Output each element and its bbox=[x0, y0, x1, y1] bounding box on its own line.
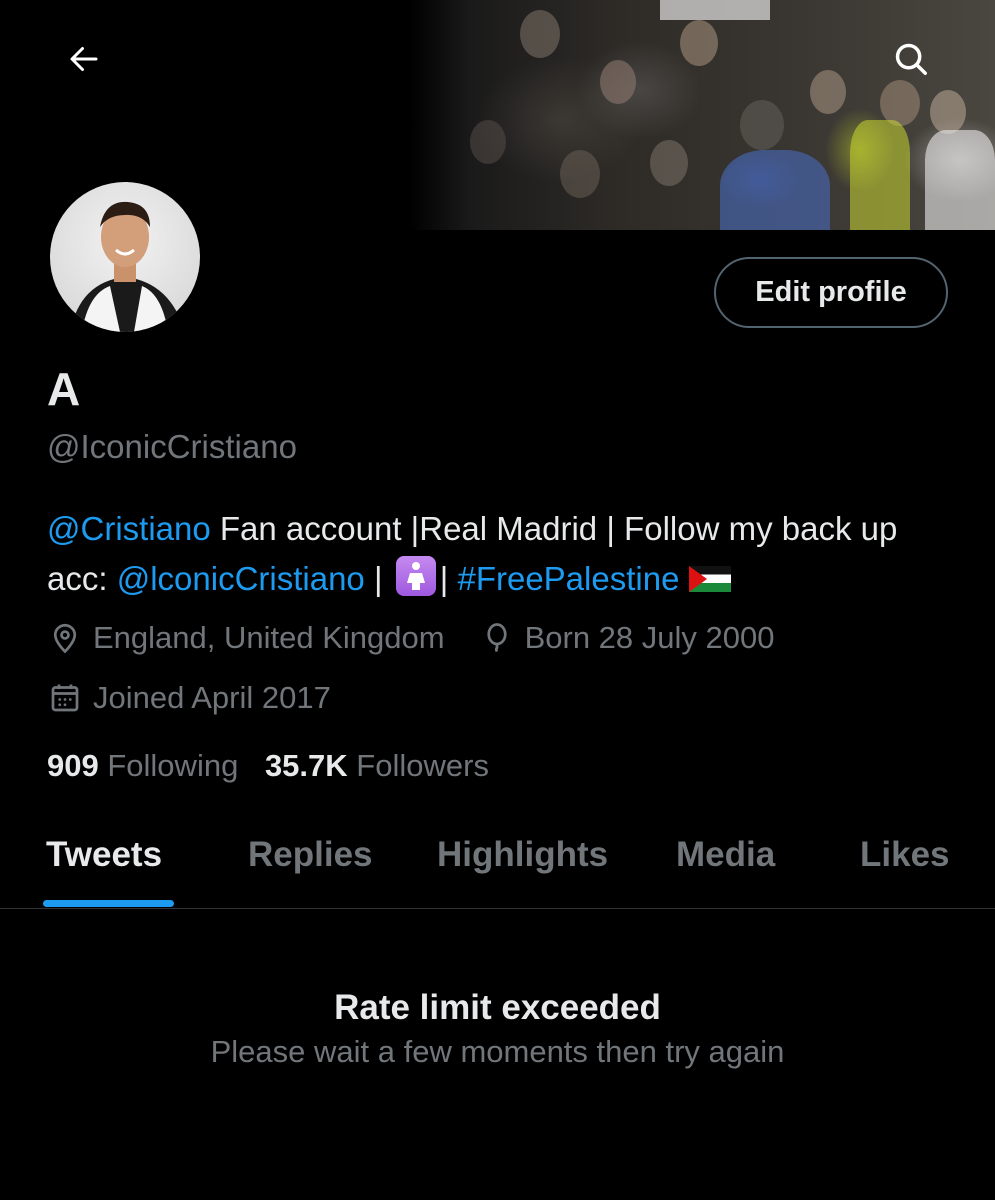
bio-mention-link[interactable]: @Cristiano bbox=[47, 510, 211, 547]
tab-likes[interactable]: Likes bbox=[860, 835, 950, 875]
error-title: Rate limit exceeded bbox=[334, 988, 661, 1027]
calendar-icon bbox=[51, 684, 79, 712]
bio-mention-link[interactable]: @lconicCristiano bbox=[117, 560, 365, 597]
following-link[interactable]: 909 Following bbox=[47, 748, 238, 783]
location-text: England, United Kingdom bbox=[93, 620, 445, 655]
avatar[interactable] bbox=[44, 176, 206, 338]
location-pin-icon bbox=[53, 623, 77, 654]
joined-text: Joined April 2017 bbox=[93, 680, 331, 715]
edit-profile-button[interactable]: Edit profile bbox=[714, 257, 948, 328]
tab-tweets[interactable]: Tweets bbox=[46, 835, 162, 875]
search-icon bbox=[895, 43, 927, 75]
tab-replies[interactable]: Replies bbox=[248, 835, 373, 875]
avatar-portrait bbox=[70, 201, 185, 332]
tab-divider bbox=[0, 908, 995, 909]
joined-row: Joined April 2017 bbox=[47, 680, 331, 716]
woman-emoji-icon bbox=[395, 556, 436, 596]
bio-text: | bbox=[364, 560, 392, 597]
bio-hashtag-link[interactable]: #FreePalestine bbox=[457, 560, 679, 597]
followers-label: Followers bbox=[356, 748, 489, 783]
profile-meta-row: England, United Kingdom Born 28 July 200… bbox=[47, 620, 774, 656]
search-button[interactable] bbox=[883, 31, 939, 87]
followers-count: 35.7K bbox=[264, 748, 348, 783]
tab-highlights[interactable]: Highlights bbox=[437, 835, 608, 875]
followers-link[interactable]: 35.7K Followers bbox=[265, 748, 489, 783]
active-tab-indicator bbox=[43, 900, 174, 907]
following-count: 909 bbox=[47, 748, 99, 783]
arrow-left-icon bbox=[70, 47, 98, 71]
display-name: A bbox=[47, 363, 81, 415]
birthday-text: Born 28 July 2000 bbox=[524, 620, 775, 655]
username-handle: @IconicCristiano bbox=[47, 428, 297, 465]
bio-text: | bbox=[439, 560, 458, 597]
back-button[interactable] bbox=[56, 31, 112, 87]
profile-bio: @Cristiano Fan account |Real Madrid | Fo… bbox=[47, 504, 957, 604]
tab-media[interactable]: Media bbox=[676, 835, 775, 875]
palestine-flag-icon bbox=[689, 566, 732, 592]
error-message: Please wait a few moments then try again bbox=[210, 1034, 785, 1069]
follow-stats: 909 Following 35.7K Followers bbox=[47, 748, 489, 784]
following-label: Following bbox=[107, 748, 239, 783]
balloon-icon bbox=[486, 623, 507, 653]
